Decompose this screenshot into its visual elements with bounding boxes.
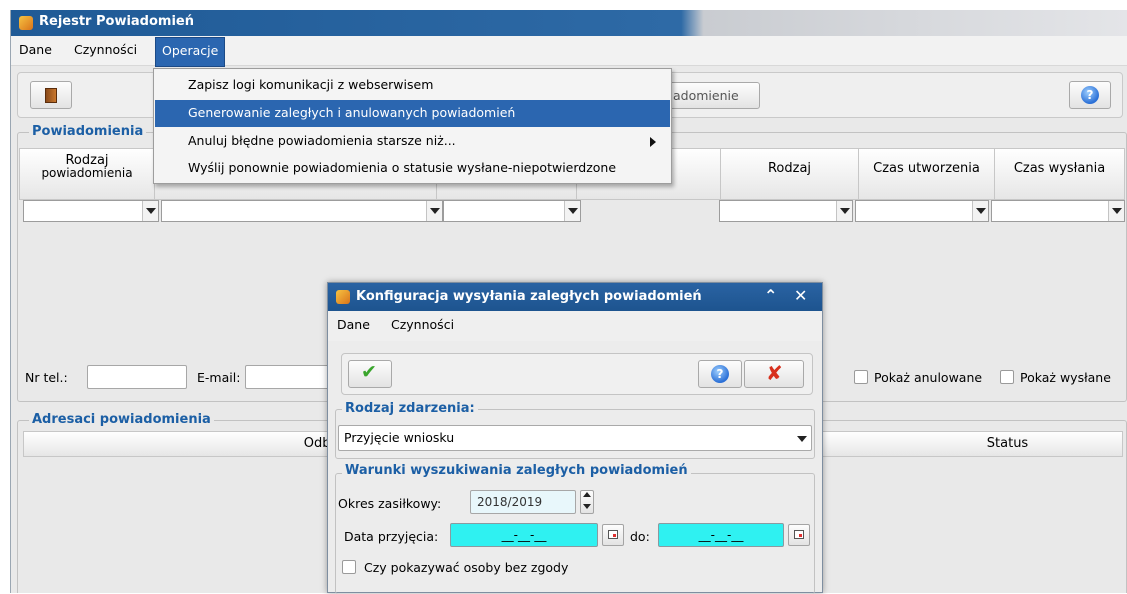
dropdown-arrow-icon	[797, 436, 807, 442]
col-czas-wyslania[interactable]: Czas wysłania	[995, 148, 1125, 200]
dialog-menu-dane[interactable]: Dane	[337, 317, 370, 332]
period-input[interactable]: 2018/2019	[470, 490, 576, 514]
dialog-titlebar[interactable]: Konfiguracja wysyłania zaległych powiado…	[328, 283, 822, 311]
filter-column-3[interactable]	[443, 200, 581, 222]
dialog-toolbar: ✔ ? ✘	[341, 353, 813, 395]
menuitem-cancel-old-label: Anuluj błędne powiadomienia starsze niż.…	[188, 133, 456, 148]
notifications-group-title: Powiadomienia	[29, 124, 147, 139]
period-value: 2018/2019	[477, 495, 543, 509]
col-rodzaj[interactable]: Rodzaj	[721, 148, 859, 200]
dropdown-arrow-icon[interactable]	[426, 201, 442, 221]
config-dialog: Konfiguracja wysyłania zaległych powiado…	[327, 282, 823, 594]
filter-rodzaj[interactable]	[719, 200, 853, 222]
filter-czas-wyslania[interactable]	[991, 200, 1125, 222]
dropdown-arrow-icon[interactable]	[1108, 201, 1124, 221]
col-recipient-status-label: Status	[986, 436, 1029, 451]
filter-column-2[interactable]	[161, 200, 443, 222]
dropdown-arrow-icon[interactable]	[142, 201, 158, 221]
cancel-x-icon: ✘	[766, 361, 783, 385]
date-to-input[interactable]: __-__-__	[658, 523, 784, 547]
dialog-title: Konfiguracja wysyłania zaległych powiado…	[356, 289, 702, 304]
col-czas-utworzenia-label: Czas utworzenia	[873, 161, 980, 176]
dialog-menubar: Dane Czynności	[328, 311, 822, 341]
help-icon: ?	[1081, 86, 1099, 104]
window-title: Rejestr Powiadomień	[39, 14, 194, 29]
show-sent-label: Pokaż wysłane	[1020, 370, 1111, 385]
dropdown-arrow-icon[interactable]	[972, 201, 988, 221]
calendar-icon[interactable]	[602, 524, 624, 546]
help-button[interactable]: ?	[1069, 81, 1111, 109]
date-from-input[interactable]: __-__-__	[450, 523, 598, 547]
date-label: Data przyjęcia:	[344, 529, 439, 544]
col-czas-wyslania-label: Czas wysłania	[1013, 161, 1106, 176]
search-conditions-group-title: Warunki wyszukiwania zaległych powiadomi…	[342, 463, 691, 478]
dialog-help-button[interactable]: ?	[698, 360, 742, 388]
menuitem-resend-label: Wyślij ponownie powiadomienia o statusie…	[188, 160, 617, 175]
submenu-arrow-icon	[650, 137, 656, 147]
period-label: Okres zasiłkowy:	[338, 496, 442, 511]
main-titlebar: Rejestr Powiadomień	[11, 10, 1127, 36]
notification-button-label: adomienie	[673, 88, 739, 103]
date-to-label: do:	[630, 529, 650, 544]
confirm-button[interactable]: ✔	[348, 360, 392, 388]
menu-czynnosci[interactable]: Czynności	[74, 42, 137, 57]
show-cancelled-checkbox[interactable]	[854, 370, 868, 384]
checkmark-icon: ✔	[361, 361, 377, 383]
menuitem-cancel-old[interactable]: Anuluj błędne powiadomienia starsze niż.…	[155, 128, 670, 155]
without-consent-label: Czy pokazywać osoby bez zgody	[364, 560, 569, 575]
filter-czas-utworzenia[interactable]	[855, 200, 989, 222]
app-icon	[19, 16, 33, 30]
dialog-menu-czynnosci[interactable]: Czynności	[391, 317, 454, 332]
exit-button[interactable]	[30, 81, 72, 109]
menuitem-resend[interactable]: Wyślij ponownie powiadomienia o statusie…	[155, 155, 670, 182]
recipients-group-title: Adresaci powiadomienia	[29, 412, 214, 427]
email-label: E-mail:	[197, 370, 241, 385]
menuitem-save-logs-label: Zapisz logi komunikacji z webserwisem	[188, 77, 434, 92]
event-type-select[interactable]: Przyjęcie wniosku	[338, 425, 812, 451]
show-sent-checkbox[interactable]	[1000, 370, 1014, 384]
email-input[interactable]	[245, 365, 335, 389]
help-icon: ?	[711, 365, 729, 383]
cropped-heading-strip	[0, 0, 1127, 10]
menuitem-generate-overdue[interactable]: Generowanie zaległych i anulowanych powi…	[155, 100, 670, 127]
dropdown-arrow-icon[interactable]	[836, 201, 852, 221]
cancel-button[interactable]: ✘	[744, 360, 804, 388]
menuitem-generate-overdue-label: Generowanie zaległych i anulowanych powi…	[188, 105, 516, 120]
menubar: Dane Czynności Operacje	[11, 36, 1127, 67]
col-rodzaj-label: Rodzaj	[767, 161, 812, 176]
col-rodzaj-powiadomienia-line2: powiadomienia	[41, 166, 133, 180]
col-czas-utworzenia[interactable]: Czas utworzenia	[859, 148, 995, 200]
menuitem-save-logs[interactable]: Zapisz logi komunikacji z webserwisem	[155, 72, 670, 99]
operacje-dropdown-menu: Zapisz logi komunikacji z webserwisem Ge…	[153, 68, 672, 184]
event-type-selected-value: Przyjęcie wniosku	[344, 430, 455, 445]
without-consent-checkbox[interactable]	[342, 560, 356, 574]
app-icon	[336, 290, 350, 304]
col-rodzaj-powiadomienia[interactable]: Rodzaj powiadomienia	[19, 148, 155, 200]
event-type-group-title: Rodzaj zdarzenia:	[342, 401, 478, 416]
calendar-icon[interactable]	[788, 524, 810, 546]
show-cancelled-label: Pokaż anulowane	[874, 370, 983, 385]
collapse-icon[interactable]: ⌃	[764, 286, 777, 305]
door-exit-icon	[45, 88, 57, 103]
filter-rodzaj-powiadomienia[interactable]	[23, 200, 159, 222]
nr-tel-input[interactable]	[87, 365, 187, 389]
spinner-icon[interactable]	[580, 490, 594, 514]
menu-operacje[interactable]: Operacje	[155, 37, 226, 67]
menu-dane[interactable]: Dane	[19, 42, 52, 57]
nr-tel-label: Nr tel.:	[25, 370, 68, 385]
close-icon[interactable]: ✕	[794, 286, 807, 305]
dropdown-arrow-icon[interactable]	[564, 201, 580, 221]
